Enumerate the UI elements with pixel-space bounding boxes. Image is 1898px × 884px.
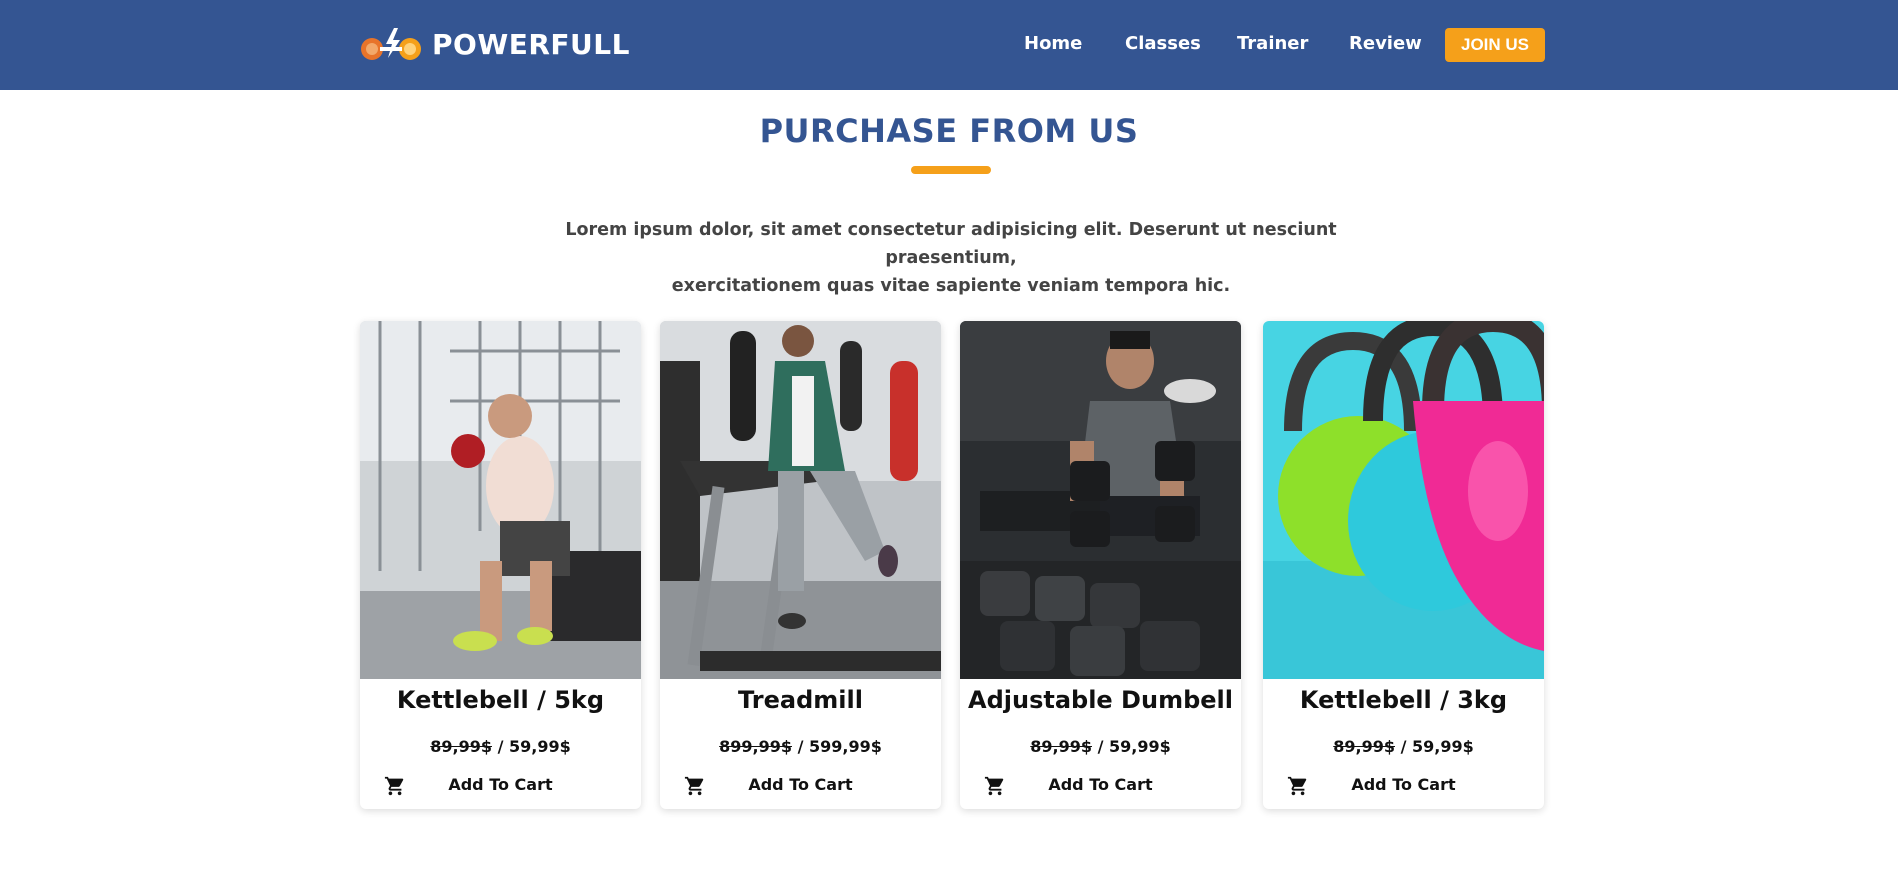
old-price: 89,99$: [430, 737, 492, 756]
old-price: 89,99$: [1030, 737, 1092, 756]
price-separator: /: [1395, 737, 1412, 756]
price-separator: /: [1092, 737, 1109, 756]
new-price: 599,99$: [808, 737, 882, 756]
navbar: POWERFULL Home Classes Trainer Review JO…: [0, 0, 1898, 90]
dumbbell-workout-photo: [960, 321, 1241, 679]
add-to-cart-label: Add To Cart: [448, 775, 553, 794]
add-to-cart-button[interactable]: Add To Cart: [960, 771, 1241, 801]
add-to-cart-button[interactable]: Add To Cart: [360, 771, 641, 801]
title-underline: [911, 166, 991, 174]
product-price: 89,99$ / 59,99$: [360, 737, 641, 756]
add-to-cart-button[interactable]: Add To Cart: [1263, 771, 1544, 801]
add-to-cart-label: Add To Cart: [1048, 775, 1153, 794]
kettlebells-photo: [1263, 321, 1544, 679]
product-card: Kettlebell / 3kg 89,99$ / 59,99$ Add To …: [1263, 321, 1544, 809]
brand-name: POWERFULL: [432, 27, 630, 61]
section-intro: Lorem ipsum dolor, sit amet consectetur …: [500, 216, 1402, 300]
product-image[interactable]: [360, 321, 641, 679]
section-title: PURCHASE FROM US: [759, 112, 1139, 150]
product-image[interactable]: [1263, 321, 1544, 679]
product-name: Kettlebell / 5kg: [396, 686, 605, 714]
product-name: Adjustable Dumbell: [968, 686, 1233, 714]
add-to-cart-label: Add To Cart: [748, 775, 853, 794]
new-price: 59,99$: [1108, 737, 1171, 756]
nav-link-home[interactable]: Home: [1024, 33, 1082, 54]
price-separator: /: [792, 737, 809, 756]
product-name: Treadmill: [738, 686, 863, 714]
old-price: 899,99$: [719, 737, 792, 756]
dumbbell-lightning-logo-icon: [361, 28, 421, 60]
join-us-button[interactable]: JOIN US: [1445, 28, 1545, 62]
nav-link-review[interactable]: Review: [1349, 33, 1422, 54]
price-separator: /: [492, 737, 509, 756]
nav-link-classes[interactable]: Classes: [1125, 33, 1201, 54]
product-price: 899,99$ / 599,99$: [660, 737, 941, 756]
old-price: 89,99$: [1333, 737, 1395, 756]
product-image[interactable]: [660, 321, 941, 679]
new-price: 59,99$: [508, 737, 571, 756]
new-price: 59,99$: [1411, 737, 1474, 756]
product-image[interactable]: [960, 321, 1241, 679]
nav-link-trainer[interactable]: Trainer: [1237, 33, 1308, 54]
brand-logo[interactable]: POWERFULL: [360, 22, 630, 66]
intro-line-1: Lorem ipsum dolor, sit amet consectetur …: [565, 220, 1337, 268]
product-card: Adjustable Dumbell 89,99$ / 59,99$ Add T…: [960, 321, 1241, 809]
add-to-cart-button[interactable]: Add To Cart: [660, 771, 941, 801]
product-price: 89,99$ / 59,99$: [960, 737, 1241, 756]
kettlebell-workout-photo: [360, 321, 641, 679]
product-name: Kettlebell / 3kg: [1299, 686, 1508, 714]
product-card: Treadmill 899,99$ / 599,99$ Add To Cart: [660, 321, 941, 809]
add-to-cart-label: Add To Cart: [1351, 775, 1456, 794]
product-card: Kettlebell / 5kg 89,99$ / 59,99$ Add To …: [360, 321, 641, 809]
treadmill-photo: [660, 321, 941, 679]
product-price: 89,99$ / 59,99$: [1263, 737, 1544, 756]
intro-line-2: exercitationem quas vitae sapiente venia…: [671, 276, 1231, 296]
